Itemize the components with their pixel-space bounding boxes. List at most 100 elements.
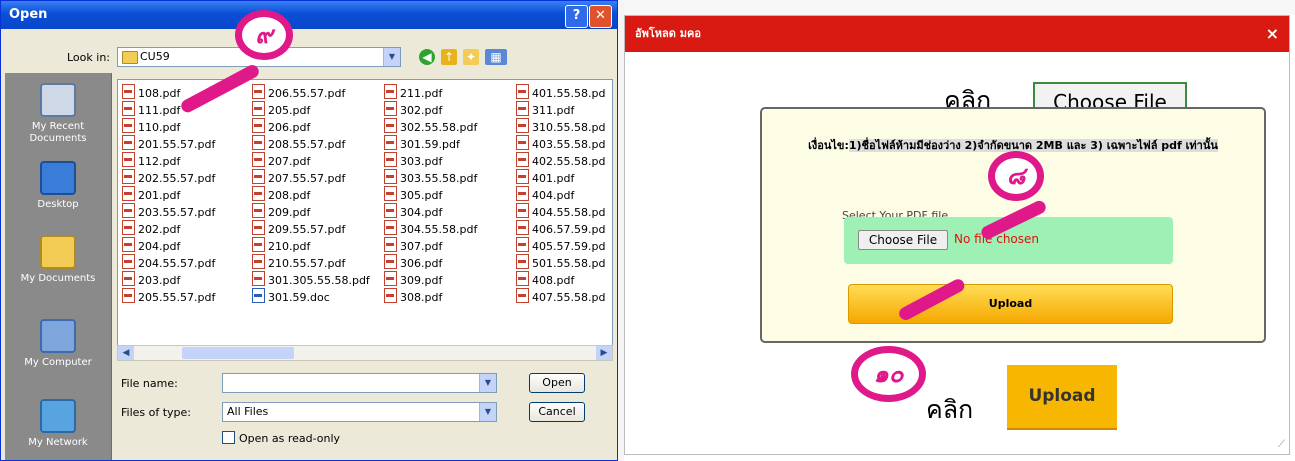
file-item[interactable]: 211.pdf — [384, 84, 442, 101]
pdf-file-icon — [516, 101, 529, 116]
close-icon[interactable]: × — [1266, 16, 1279, 52]
file-item[interactable]: 401.55.58.pd — [516, 84, 605, 101]
places-desktop[interactable]: Desktop — [5, 161, 111, 211]
choose-file-button[interactable]: Choose File — [858, 230, 948, 250]
file-name-text: 205.pdf — [268, 104, 311, 117]
pdf-file-icon — [516, 288, 529, 303]
file-item[interactable]: 204.55.57.pdf — [122, 254, 215, 271]
file-list[interactable]: 108.pdf 111.pdf 110.pdf 201.55.57.pdf 112.pd… — [117, 79, 613, 361]
file-item[interactable]: 302.55.58.pdf — [384, 118, 477, 135]
files-of-type-select[interactable]: All Files ▼ — [222, 402, 497, 422]
file-item[interactable]: 208.pdf — [252, 186, 310, 203]
file-item[interactable]: 308.pdf — [384, 288, 442, 305]
places-recent[interactable]: My Recent Documents — [5, 83, 111, 145]
cancel-button[interactable]: Cancel — [529, 402, 585, 422]
back-icon[interactable]: ◀ — [419, 49, 435, 65]
file-item[interactable]: 201.55.57.pdf — [122, 135, 215, 152]
file-item[interactable]: 203.pdf — [122, 271, 180, 288]
file-item[interactable]: 205.55.57.pdf — [122, 288, 215, 305]
file-item[interactable]: 405.57.59.pd — [516, 237, 605, 254]
file-item[interactable]: 305.pdf — [384, 186, 442, 203]
file-item[interactable]: 112.pdf — [122, 152, 180, 169]
file-item[interactable]: 209.pdf — [252, 203, 310, 220]
file-name-text: 112.pdf — [138, 155, 181, 168]
close-button[interactable]: ✕ — [589, 5, 612, 28]
file-item[interactable]: 407.55.58.pd — [516, 288, 605, 305]
file-item[interactable]: 306.pdf — [384, 254, 442, 271]
file-item[interactable]: 304.pdf — [384, 203, 442, 220]
file-item[interactable]: 402.55.58.pd — [516, 152, 605, 169]
file-item[interactable]: 207.55.57.pdf — [252, 169, 345, 186]
condition-prefix: เงื่อนไข: — [808, 139, 849, 152]
upload-button[interactable]: Upload — [848, 284, 1173, 324]
pdf-file-icon — [252, 237, 265, 252]
file-name-text: 308.pdf — [400, 291, 443, 304]
chevron-down-icon[interactable]: ▼ — [479, 374, 496, 392]
resize-grip-icon[interactable]: ⟋ — [1278, 439, 1285, 450]
pdf-file-icon — [384, 84, 397, 99]
views-menu-icon[interactable]: ▦ — [485, 49, 507, 65]
pdf-file-icon — [516, 84, 529, 99]
help-button[interactable]: ? — [565, 5, 588, 28]
file-item[interactable]: 111.pdf — [122, 101, 180, 118]
file-item[interactable]: 303.55.58.pdf — [384, 169, 477, 186]
places-my-computer[interactable]: My Computer — [5, 319, 111, 369]
scroll-left-icon[interactable]: ◀ — [118, 346, 134, 360]
file-item[interactable]: 204.pdf — [122, 237, 180, 254]
file-item[interactable]: 207.pdf — [252, 152, 310, 169]
chevron-down-icon[interactable]: ▼ — [383, 48, 400, 66]
file-item[interactable]: 401.pdf — [516, 169, 574, 186]
file-item[interactable]: 406.57.59.pd — [516, 220, 605, 237]
file-item[interactable]: 110.pdf — [122, 118, 180, 135]
horizontal-scrollbar[interactable]: ◀ ▶ — [117, 345, 613, 361]
pdf-file-icon — [516, 186, 529, 201]
file-item[interactable]: 201.pdf — [122, 186, 180, 203]
file-item[interactable]: 205.pdf — [252, 101, 310, 118]
file-item[interactable]: 210.pdf — [252, 237, 310, 254]
file-item[interactable]: 202.55.57.pdf — [122, 169, 215, 186]
open-button[interactable]: Open — [529, 373, 585, 393]
pdf-file-icon — [384, 169, 397, 184]
places-my-network[interactable]: My Network — [5, 399, 111, 449]
file-item[interactable]: 303.pdf — [384, 152, 442, 169]
file-name-input[interactable]: ▼ — [222, 373, 497, 393]
file-item[interactable]: 501.55.58.pd — [516, 254, 605, 271]
file-item[interactable]: 208.55.57.pdf — [252, 135, 345, 152]
file-item[interactable]: 301.59.pdf — [384, 135, 460, 152]
file-name-text: 405.57.59.pd — [532, 240, 606, 253]
file-item[interactable]: 404.pdf — [516, 186, 574, 203]
files-of-type-label: Files of type: — [121, 406, 192, 419]
open-readonly-checkbox[interactable]: Open as read-only — [222, 431, 340, 445]
file-item[interactable]: 404.55.58.pd — [516, 203, 605, 220]
file-item[interactable]: 302.pdf — [384, 101, 442, 118]
file-item[interactable]: 210.55.57.pdf — [252, 254, 345, 271]
file-item[interactable]: 301.305.55.58.pdf — [252, 271, 370, 288]
new-folder-icon[interactable]: ✦ — [463, 49, 479, 65]
file-item[interactable]: 206.55.57.pdf — [252, 84, 345, 101]
modal-header: อัพโหลด มคอ × — [625, 16, 1289, 52]
file-item[interactable]: 408.pdf — [516, 271, 574, 288]
checkbox-icon[interactable] — [222, 431, 235, 444]
file-item[interactable]: 309.pdf — [384, 271, 442, 288]
chevron-down-icon[interactable]: ▼ — [479, 403, 496, 421]
scroll-thumb[interactable] — [182, 347, 294, 359]
file-item[interactable]: 203.55.57.pdf — [122, 203, 215, 220]
file-item[interactable]: 209.55.57.pdf — [252, 220, 345, 237]
file-item[interactable]: 304.55.58.pdf — [384, 220, 477, 237]
file-item[interactable]: 403.55.58.pd — [516, 135, 605, 152]
file-item[interactable]: 202.pdf — [122, 220, 180, 237]
files-of-type-value: All Files — [227, 405, 269, 418]
pdf-file-icon — [384, 101, 397, 116]
file-item[interactable]: 307.pdf — [384, 237, 442, 254]
file-item[interactable]: 108.pdf — [122, 84, 180, 101]
file-item[interactable]: 310.55.58.pd — [516, 118, 605, 135]
places-my-documents[interactable]: My Documents — [5, 235, 111, 285]
up-folder-icon[interactable]: ↑ — [441, 49, 457, 65]
desktop-icon — [40, 161, 76, 195]
file-item[interactable]: 206.pdf — [252, 118, 310, 135]
file-item[interactable]: 311.pdf — [516, 101, 574, 118]
scroll-right-icon[interactable]: ▶ — [596, 346, 612, 360]
file-item[interactable]: 301.59.doc — [252, 288, 330, 305]
pdf-file-icon — [384, 237, 397, 252]
file-name-text: 202.55.57.pdf — [138, 172, 216, 185]
